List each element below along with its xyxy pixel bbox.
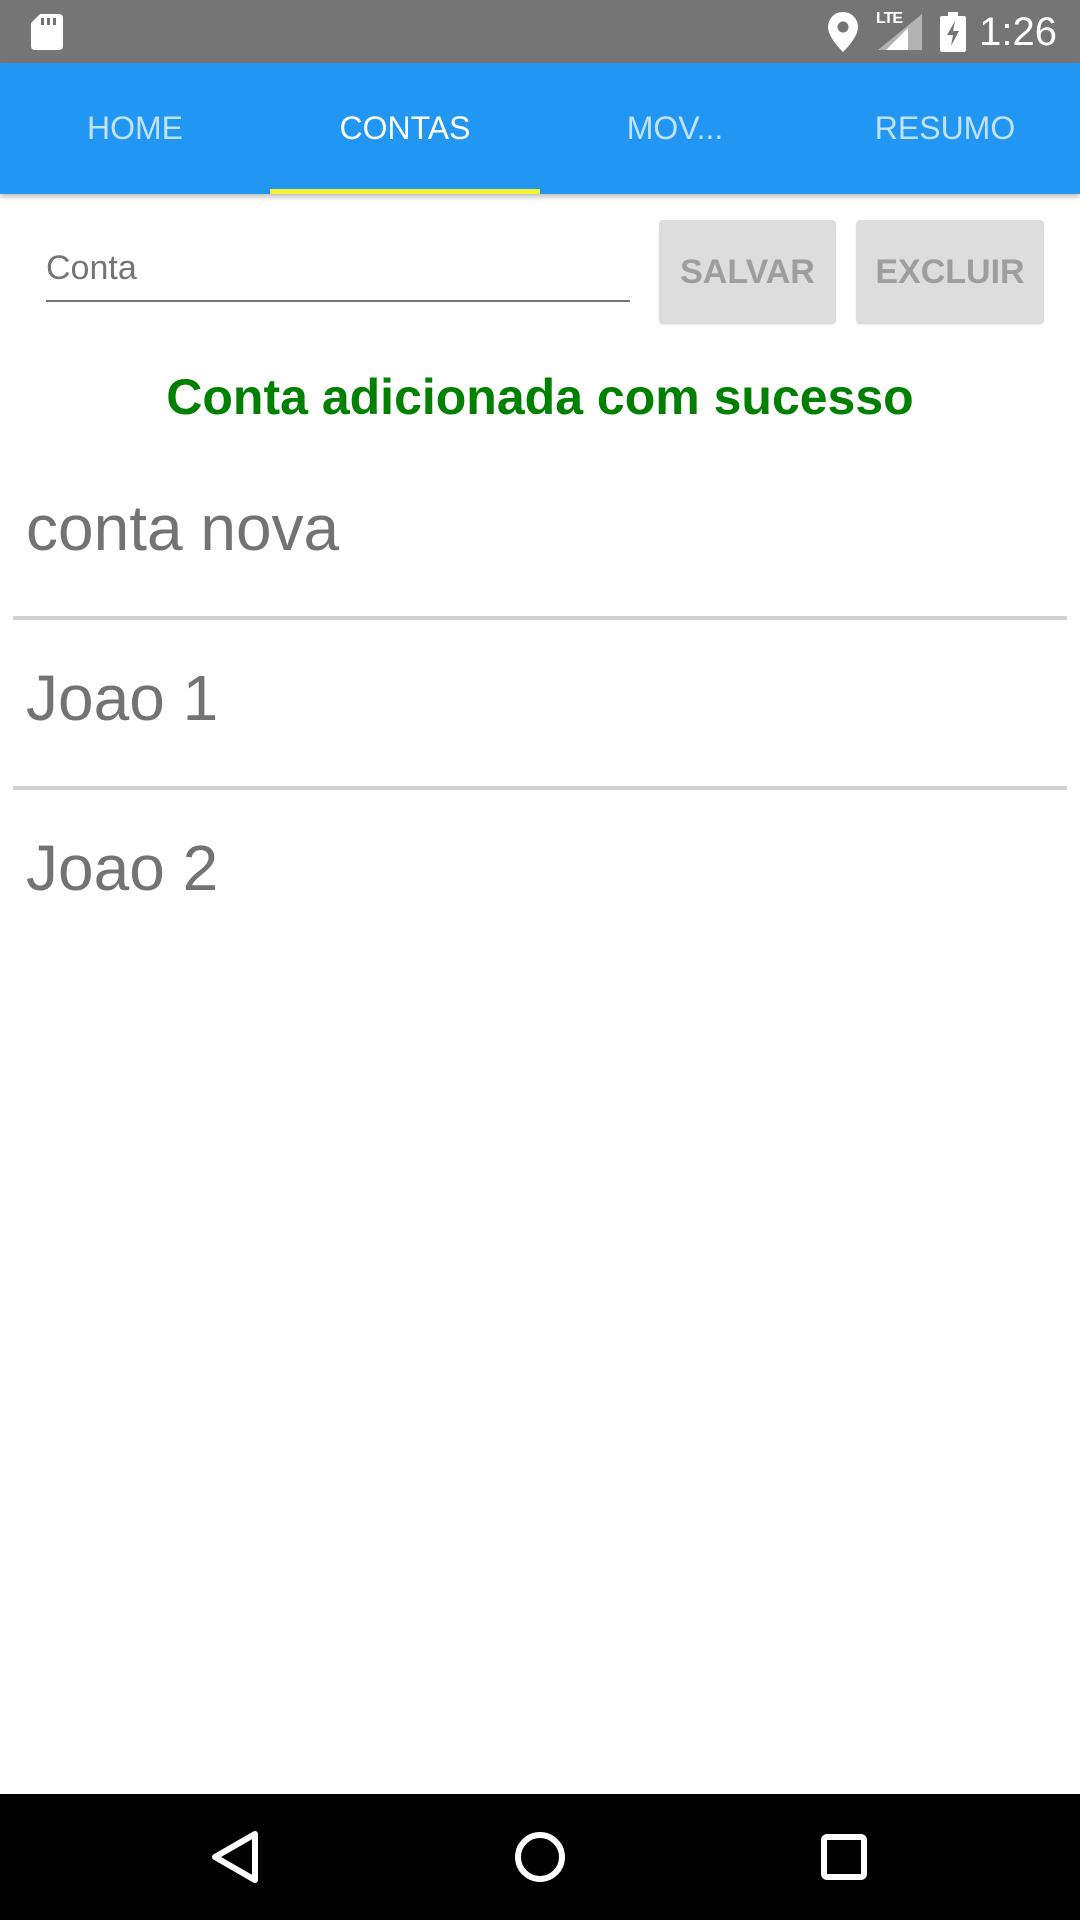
- tab-home[interactable]: HOME: [0, 63, 270, 194]
- location-icon: [828, 12, 858, 52]
- signal-icon: [878, 14, 922, 50]
- status-bar: LTE 1:26: [0, 0, 1080, 63]
- list-item-label: Joao 2: [26, 832, 219, 904]
- sd-card-icon: [31, 14, 63, 50]
- tab-indicator: [270, 189, 540, 194]
- list-item[interactable]: conta nova: [0, 450, 1080, 620]
- back-icon[interactable]: [201, 1822, 271, 1892]
- clock: 1:26: [979, 10, 1057, 54]
- account-list: conta nova Joao 1 Joao 2: [0, 450, 1080, 960]
- tab-contas[interactable]: CONTAS: [270, 63, 540, 194]
- tab-bar: HOME CONTAS MOV... RESUMO: [0, 63, 1080, 194]
- list-item-label: Joao 1: [26, 662, 219, 734]
- account-name-input[interactable]: [46, 236, 630, 302]
- delete-button[interactable]: EXCLUIR: [856, 220, 1044, 324]
- tab-movimentos[interactable]: MOV...: [540, 63, 810, 194]
- status-message: Conta adicionada com sucesso: [166, 369, 914, 425]
- list-item[interactable]: Joao 1: [0, 620, 1080, 790]
- navigation-bar: [0, 1794, 1080, 1920]
- home-icon[interactable]: [505, 1822, 575, 1892]
- save-button[interactable]: SALVAR: [659, 220, 836, 324]
- battery-charging-icon: [940, 12, 966, 52]
- list-item[interactable]: Joao 2: [0, 790, 1080, 960]
- list-item-label: conta nova: [26, 492, 340, 564]
- tab-resumo[interactable]: RESUMO: [810, 63, 1080, 194]
- recent-apps-icon[interactable]: [809, 1822, 879, 1892]
